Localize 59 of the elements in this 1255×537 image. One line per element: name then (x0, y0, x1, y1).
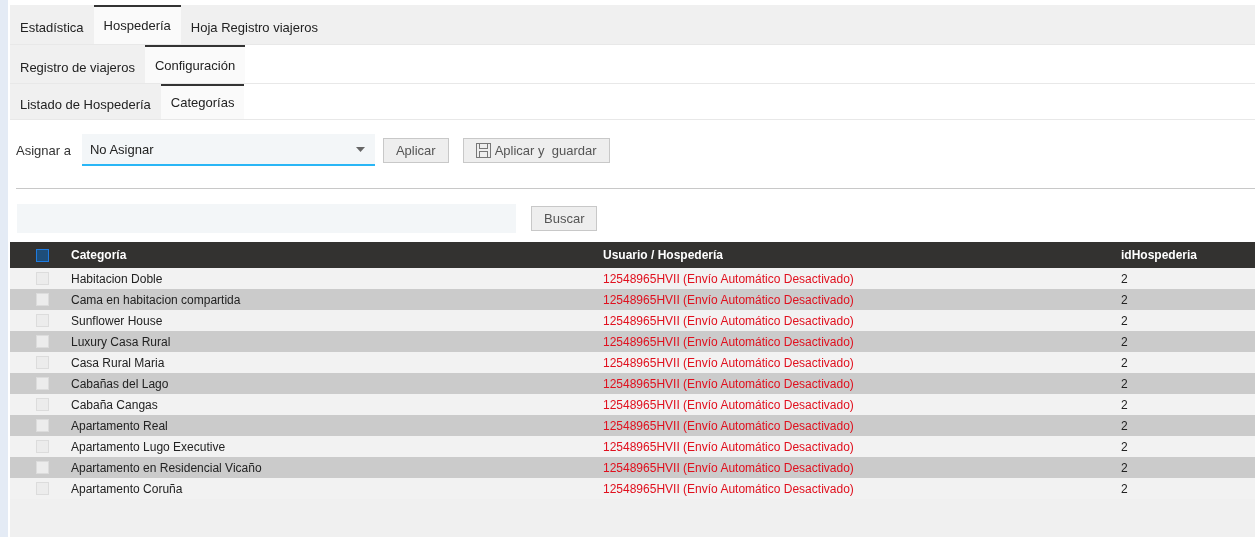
table-cell-text: 2 (1121, 439, 1129, 454)
table-cell-text: 12548965HVII (Envío Automático Desactivado) (603, 397, 855, 412)
table-cell-text: 12548965HVII (Envío Automático Desactivado) (603, 418, 855, 433)
table-row[interactable]: Cama en habitacion compartida 12548965HVII (Envío Automático Desactivado) 2 (10, 289, 1255, 310)
table-cell-text: Apartamento en Residencial Vicaño (71, 460, 263, 475)
table-cell-text: Luxury Casa Rural (71, 334, 172, 349)
table-row[interactable]: Apartamento Real 12548965HVII (Envío Automático Desactivado) 2 (10, 415, 1255, 436)
table-cell-text: Apartamento Coruña (71, 481, 184, 496)
table-cell-text: Cabaña Cangas (71, 397, 159, 412)
table-cell-text: 12548965HVII (Envío Automático Desactivado) (603, 439, 855, 454)
column-header: Categoría (71, 248, 128, 262)
tab[interactable]: Registro de viajeros (10, 45, 145, 83)
row-checkbox[interactable] (36, 293, 49, 306)
tab[interactable]: Listado de Hospedería (10, 84, 161, 119)
table-row[interactable]: Cabañas del Lago 12548965HVII (Envío Automático Desactivado) 2 (10, 373, 1255, 394)
select-all-checkbox[interactable] (36, 248, 49, 262)
table-cell-text: 12548965HVII (Envío Automático Desactivado) (603, 376, 855, 391)
table-row[interactable]: Luxury Casa Rural 12548965HVII (Envío Automático Desactivado) 2 (10, 331, 1255, 352)
table-cell-text: Habitacion Doble (71, 271, 164, 286)
assign-select[interactable]: No Asignar (81, 134, 375, 166)
table-cell-text: Cama en habitacion compartida (71, 292, 242, 307)
table-cell-text: 2 (1121, 481, 1129, 496)
table-cell-text: Casa Rural Maria (71, 355, 166, 370)
table-cell-text: 12548965HVII (Envío Automático Desactivado) (603, 313, 855, 328)
row-checkbox[interactable] (36, 377, 49, 390)
table-cell-text: Apartamento Real (71, 418, 169, 433)
table-cell-text: 2 (1121, 334, 1129, 349)
caret-icon (355, 146, 365, 152)
table-cell-text: 12548965HVII (Envío Automático Desactivado) (603, 481, 855, 496)
table-cell-text: Apartamento Lugo Executive (71, 439, 227, 454)
column-header: Usuario / Hospedería (603, 248, 725, 262)
table-cell-text: Sunflower House (71, 313, 164, 328)
search-button[interactable]: Buscar (531, 206, 598, 231)
table-cell-text: 12548965HVII (Envío Automático Desactivado) (603, 460, 855, 475)
tab[interactable]: Categorías (160, 84, 245, 119)
table-cell-text: 12548965HVII (Envío Automático Desactivado) (603, 271, 855, 286)
save-icon (475, 142, 491, 158)
table-cell-text: 2 (1121, 460, 1129, 475)
row-checkbox[interactable] (36, 419, 49, 432)
table-cell-text: 2 (1121, 271, 1129, 286)
assign-label: Asignar a (16, 142, 71, 158)
table-row[interactable]: Apartamento en Residencial Vicaño 12548965HVII (Envío Automático Desactivado) 2 (10, 457, 1255, 478)
tab[interactable]: Hospedería (93, 5, 181, 44)
table-cell-text: 12548965HVII (Envío Automático Desactivado) (603, 292, 855, 307)
table-cell-text: 2 (1121, 376, 1129, 391)
table-cell-text: 12548965HVII (Envío Automático Desactivado) (603, 355, 855, 370)
column-header: idHospederia (1121, 248, 1199, 262)
table-cell-text: 2 (1121, 397, 1129, 412)
row-checkbox[interactable] (36, 335, 49, 348)
table-cell-text: 2 (1121, 292, 1129, 307)
tab[interactable]: Configuración (144, 45, 246, 83)
table-cell-text: 2 (1121, 313, 1129, 328)
table-cell-text: Cabañas del Lago (71, 376, 170, 391)
table-cell-text: 2 (1121, 418, 1129, 433)
table-cell-text: 12548965HVII (Envío Automático Desactivado) (603, 334, 855, 349)
row-checkbox[interactable] (36, 461, 49, 474)
table-cell-text: 2 (1121, 355, 1129, 370)
apply-save-button[interactable]: Aplicar y guardar (462, 137, 610, 163)
apply-button[interactable]: Aplicar (382, 137, 449, 163)
